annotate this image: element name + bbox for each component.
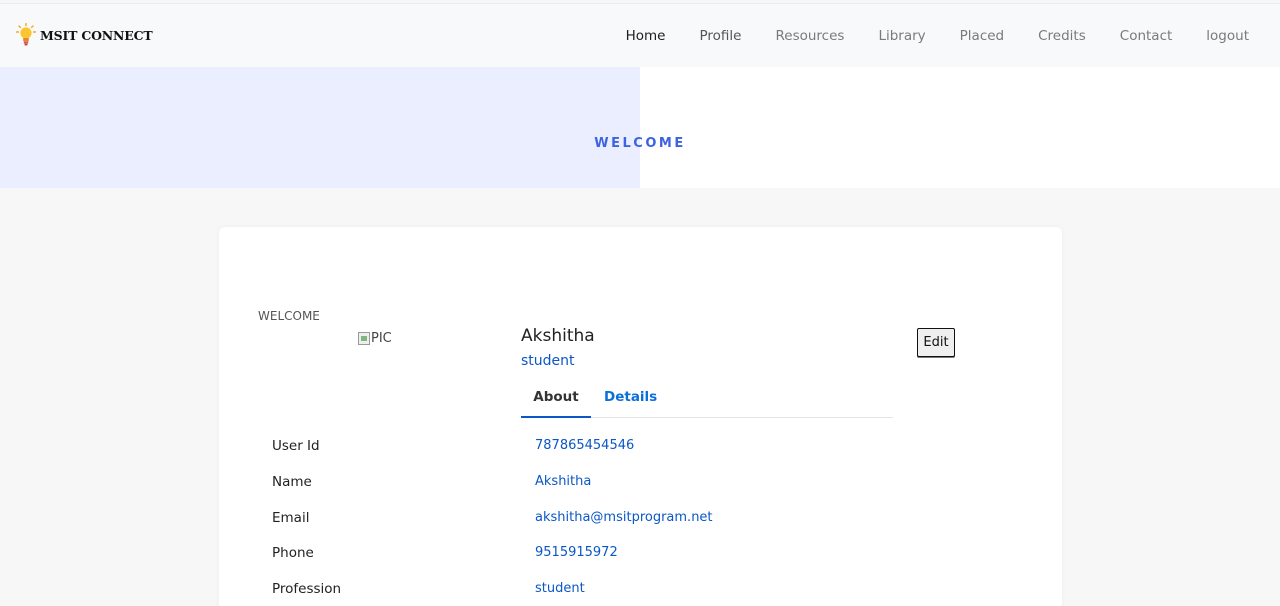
field-label-profession: Profession xyxy=(272,581,342,597)
nav-credits-link[interactable]: Credits xyxy=(1038,28,1086,44)
nav-logout-link[interactable]: logout xyxy=(1206,28,1249,44)
nav-links: Home Profile Resources Library Placed Cr… xyxy=(609,4,1280,68)
profile-greeting: WELCOME xyxy=(258,309,320,323)
field-label-name: Name xyxy=(272,474,312,490)
nav-placed-link[interactable]: Placed xyxy=(960,28,1004,44)
profile-tabs: About Details xyxy=(521,379,893,418)
brand-name: MSIT CONNECT xyxy=(40,27,153,43)
broken-image-icon xyxy=(358,332,370,345)
profile-role: student xyxy=(521,353,575,369)
field-label-user-id: User Id xyxy=(272,438,320,454)
navbar: MSIT CONNECT Home Profile Resources Libr… xyxy=(0,3,1280,67)
hero-banner-right xyxy=(640,67,1280,188)
field-value-name: Akshitha xyxy=(535,474,592,489)
tab-about[interactable]: About xyxy=(521,379,591,418)
field-value-email: akshitha@msitprogram.net xyxy=(535,510,713,525)
field-label-email: Email xyxy=(272,510,310,526)
tab-details[interactable]: Details xyxy=(604,379,657,418)
hero-banner-left xyxy=(0,67,640,188)
lightbulb-icon xyxy=(16,23,36,46)
profile-picture-alt: PIC xyxy=(371,331,392,346)
hero-title: WELCOME xyxy=(594,136,686,151)
nav-profile-link[interactable]: Profile xyxy=(700,28,742,44)
nav-home-link[interactable]: Home xyxy=(626,28,666,44)
profile-picture: PIC xyxy=(358,331,392,346)
nav-resources-link[interactable]: Resources xyxy=(775,28,844,44)
nav-library-link[interactable]: Library xyxy=(878,28,925,44)
field-label-phone: Phone xyxy=(272,545,314,561)
field-value-phone: 9515915972 xyxy=(535,545,618,560)
brand-logo[interactable]: MSIT CONNECT xyxy=(16,22,153,48)
field-value-profession: student xyxy=(535,581,585,596)
edit-profile-button[interactable]: Edit xyxy=(917,328,955,357)
field-value-user-id: 787865454546 xyxy=(535,438,635,453)
profile-name: Akshitha xyxy=(521,326,595,346)
nav-contact-link[interactable]: Contact xyxy=(1120,28,1173,44)
